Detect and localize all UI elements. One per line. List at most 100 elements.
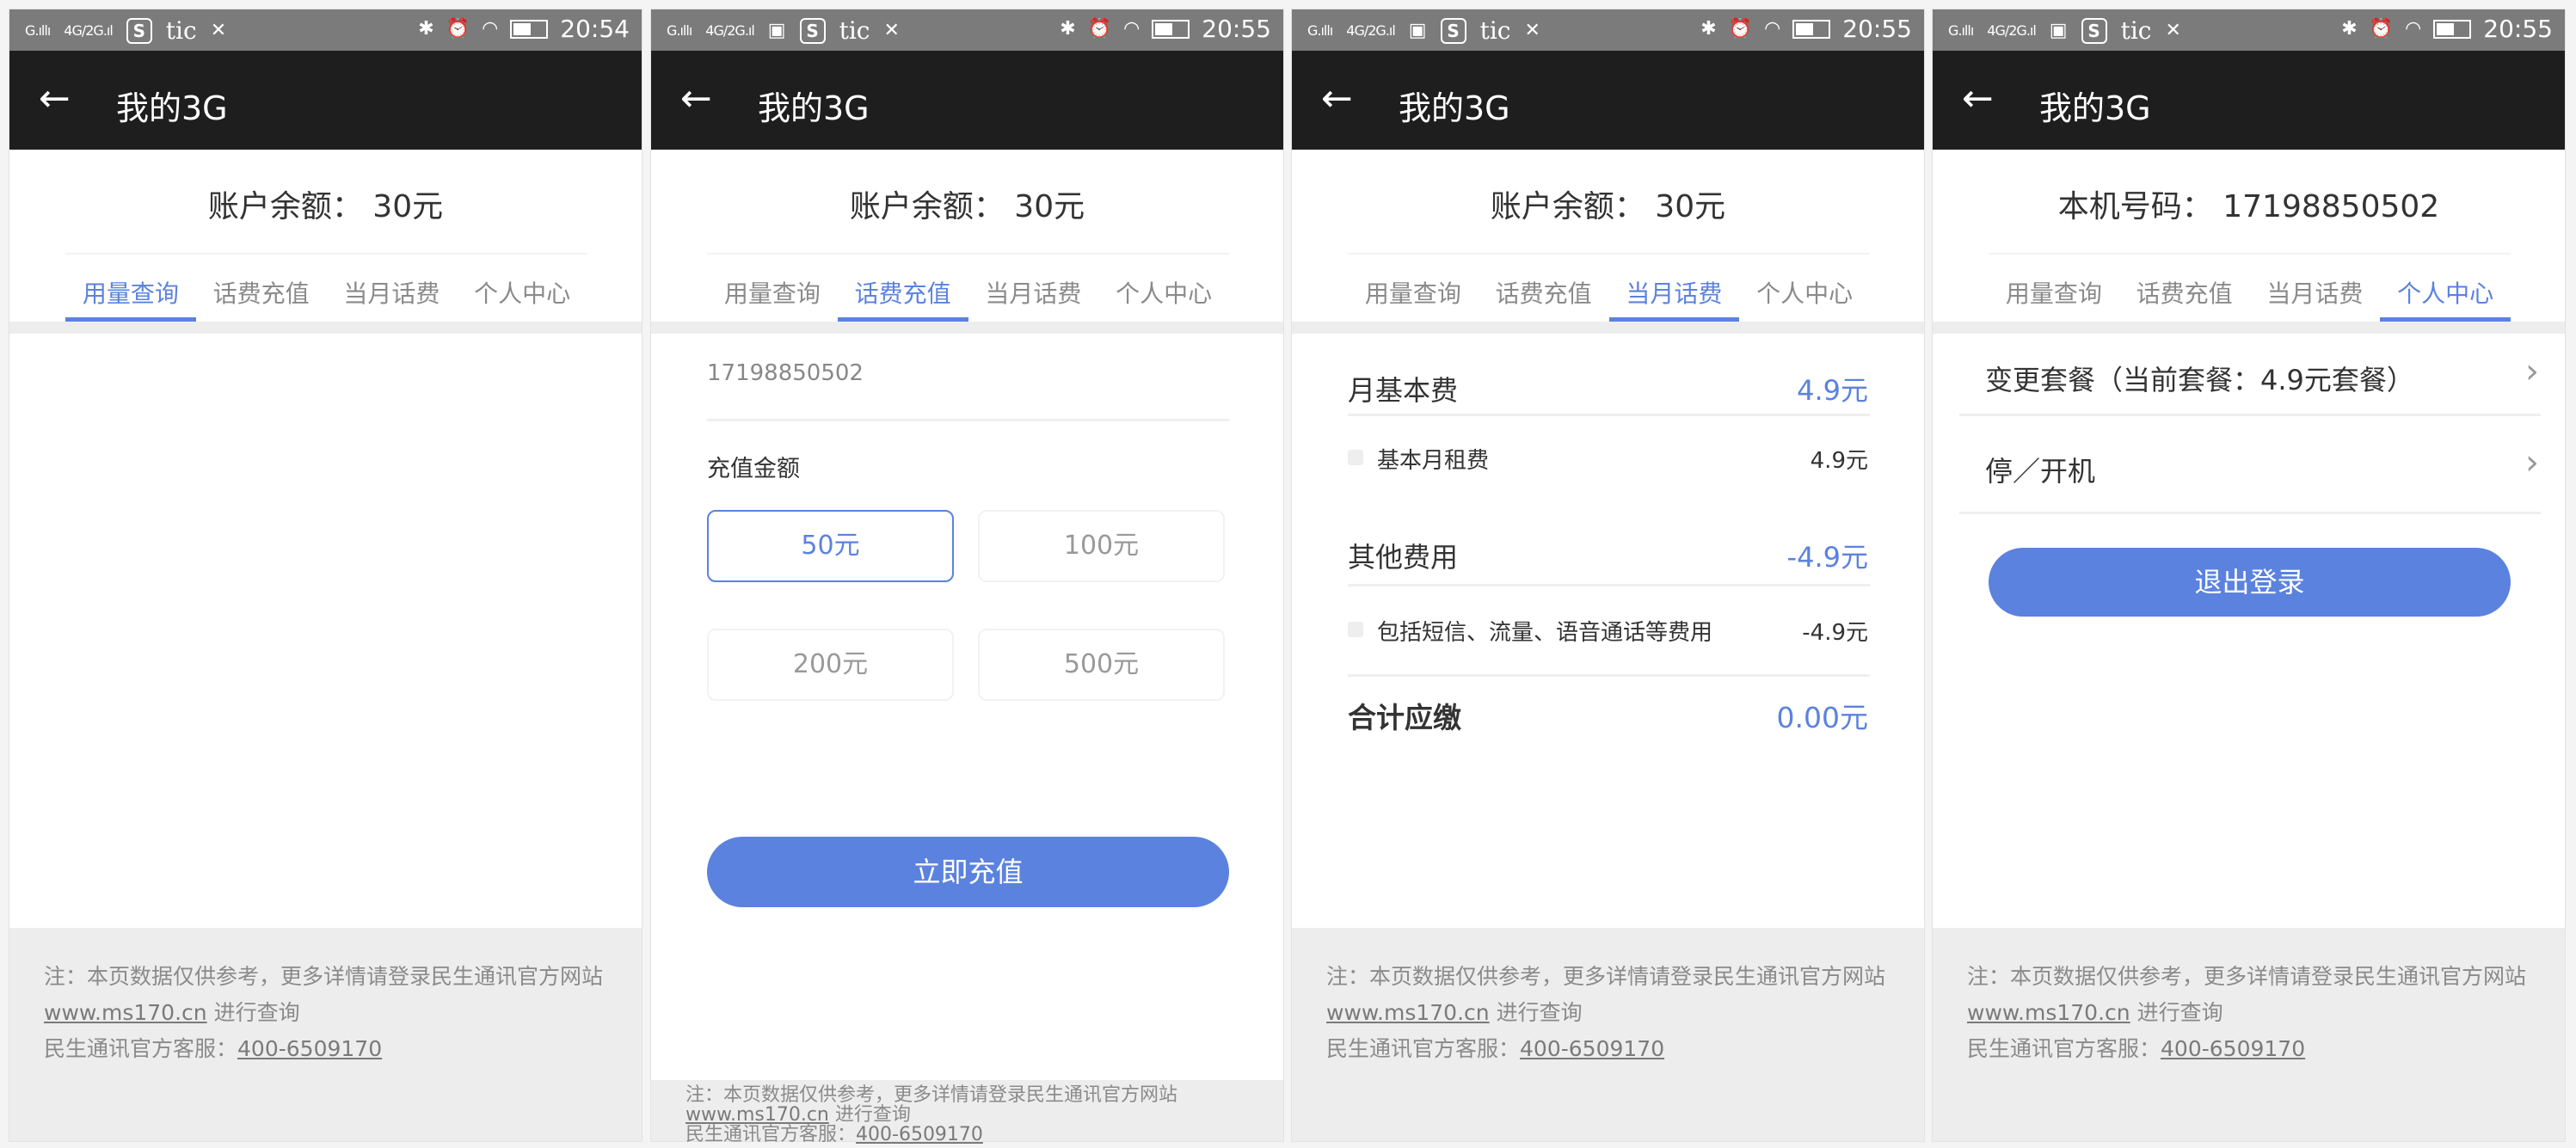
tab-3[interactable]: 当月话费 <box>2250 255 2381 322</box>
service-phone-link[interactable]: 400-6509170 <box>2161 1036 2305 1061</box>
image-icon: ▣ <box>768 20 786 41</box>
back-arrow-icon[interactable]: ← <box>39 77 71 120</box>
footer-line-3: 民生通讯官方客服：400-6509170 <box>685 1125 1249 1145</box>
status-bar: G.ıllı4G/2G.ıl▣Stic✕✱⏰◠20:55 <box>1933 9 2565 51</box>
footer-line-2: www.ms170.cn 进行查询 <box>1326 995 1890 1031</box>
footer-note: 注：本页数据仅供参考，更多详情请登录民生通讯官方网站www.ms170.cn 进… <box>651 1080 1283 1141</box>
battery-icon <box>510 20 548 39</box>
status-left: G.ıllı4G/2G.ıl▣Stic✕ <box>667 16 900 45</box>
service-label: 民生通讯官方客服： <box>1967 1036 2161 1061</box>
missed-call-icon: ✕ <box>883 20 899 41</box>
service-phone-link[interactable]: 400-6509170 <box>1520 1036 1664 1061</box>
phone-number-input[interactable]: 17198850502 <box>707 360 864 386</box>
status-bar: G.ıllı4G/2G.ıl▣Stic✕✱⏰◠20:55 <box>1292 9 1924 51</box>
tab-4[interactable]: 个人中心 <box>1098 255 1229 322</box>
phone-number-display: 本机号码： 17198850502 <box>1933 181 2565 226</box>
recharge-now-button[interactable]: 立即充值 <box>707 837 1229 907</box>
tab-1[interactable]: 用量查询 <box>1348 255 1479 322</box>
total-value: 0.00元 <box>1777 695 1868 736</box>
screenshot-collage: G.ıllı4G/2G.ılStic✕✱⏰◠20:54←我的3G账户余额： 30… <box>0 0 2576 1148</box>
page-title: 我的3G <box>2039 82 2151 129</box>
divider <box>1348 414 1870 416</box>
amount-option-2[interactable]: 100元 <box>978 510 1225 582</box>
footer-note-text: 注：本页数据仅供参考，更多详情请登录民生通讯官方网站 <box>1967 959 2530 995</box>
footer-note-text: 注：本页数据仅供参考，更多详情请登录民生通讯官方网站 <box>44 959 607 995</box>
amount-label: 充值金额 <box>707 450 800 483</box>
power-toggle-item[interactable]: 停／开机 <box>1985 450 2095 489</box>
page-title: 我的3G <box>1399 82 1510 129</box>
section-divider <box>1292 322 1924 334</box>
signal-icon: G.ıllı <box>667 22 692 39</box>
carrier-text: tic <box>166 16 197 45</box>
service-phone-link[interactable]: 400-6509170 <box>856 1124 983 1145</box>
input-underline <box>707 419 1229 421</box>
tab-bar: 用量查询话费充值当月话费个人中心 <box>1348 253 1870 322</box>
website-link[interactable]: www.ms170.cn <box>44 1000 207 1025</box>
tab-3[interactable]: 当月话费 <box>1609 255 1740 322</box>
tab-3[interactable]: 当月话费 <box>327 255 458 322</box>
other-detail-label: 包括短信、流量、语音通话等费用 <box>1377 615 1712 647</box>
amount-option-3[interactable]: 200元 <box>707 629 954 701</box>
back-arrow-icon[interactable]: ← <box>680 77 712 120</box>
missed-call-icon: ✕ <box>2165 20 2180 41</box>
website-link[interactable]: www.ms170.cn <box>1326 1000 1490 1025</box>
alarm-icon: ⏰ <box>2370 18 2393 40</box>
phone-screen-3: G.ıllı4G/2G.ıl▣Stic✕✱⏰◠20:55←我的3G账户余额： 3… <box>1291 9 1925 1142</box>
footer-line-3: 民生通讯官方客服：400-6509170 <box>44 1031 607 1067</box>
base-fee-label: 月基本费 <box>1348 369 1458 408</box>
battery-icon <box>2433 20 2471 39</box>
status-time: 20:54 <box>560 15 630 43</box>
amount-option-1[interactable]: 50元 <box>707 510 954 582</box>
chevron-right-icon: › <box>2525 443 2539 482</box>
tab-bar: 用量查询话费充值当月话费个人中心 <box>65 253 587 322</box>
service-phone-link[interactable]: 400-6509170 <box>237 1036 382 1061</box>
change-plan-item[interactable]: 变更套餐（当前套餐：4.9元套餐） <box>1985 359 2414 398</box>
footer-line-3: 民生通讯官方客服：400-6509170 <box>1967 1031 2530 1067</box>
divider <box>1959 414 2541 416</box>
tab-4[interactable]: 个人中心 <box>2380 255 2511 322</box>
logout-button[interactable]: 退出登录 <box>1989 548 2511 617</box>
tab-1[interactable]: 用量查询 <box>65 255 196 322</box>
query-suffix: 进行查询 <box>829 1104 911 1126</box>
account-balance: 账户余额： 30元 <box>1292 181 1924 226</box>
sogou-icon: S <box>1441 18 1466 44</box>
back-arrow-icon[interactable]: ← <box>1321 77 1353 120</box>
bluetooth-icon: ✱ <box>1060 18 1075 40</box>
tab-2[interactable]: 话费充值 <box>1479 255 1609 322</box>
signal-4g-2g-icon: 4G/2G.ıl <box>1346 22 1395 39</box>
alarm-icon: ⏰ <box>1729 18 1752 40</box>
status-left: G.ıllı4G/2G.ılStic✕ <box>25 16 226 45</box>
back-arrow-icon[interactable]: ← <box>1962 77 1994 120</box>
tab-2[interactable]: 话费充值 <box>838 255 968 322</box>
carrier-text: tic <box>2121 16 2152 45</box>
page-title: 我的3G <box>116 82 228 129</box>
app-header: ← 我的3G <box>1933 51 2565 150</box>
query-suffix: 进行查询 <box>207 1000 300 1025</box>
app-header: ←我的3G <box>651 51 1283 150</box>
tab-2[interactable]: 话费充值 <box>2119 255 2250 322</box>
footer-note-text: 注：本页数据仅供参考，更多详情请登录民生通讯官方网站 <box>1326 959 1890 995</box>
phone-screen-2: G.ıllı4G/2G.ıl▣Stic✕✱⏰◠20:55←我的3G账户余额： 3… <box>650 9 1284 1142</box>
website-link[interactable]: www.ms170.cn <box>1967 1000 2130 1025</box>
divider <box>1959 512 2541 514</box>
tab-1[interactable]: 用量查询 <box>707 255 838 322</box>
status-time: 20:55 <box>1842 15 1912 43</box>
service-label: 民生通讯官方客服： <box>1326 1036 1520 1061</box>
signal-4g-2g-icon: 4G/2G.ıl <box>705 22 754 39</box>
amount-option-4[interactable]: 500元 <box>978 629 1225 701</box>
tab-1[interactable]: 用量查询 <box>1989 255 2119 322</box>
website-link[interactable]: www.ms170.cn <box>685 1104 829 1126</box>
status-bar: G.ıllı4G/2G.ılStic✕✱⏰◠20:54 <box>9 9 642 51</box>
tab-4[interactable]: 个人中心 <box>457 255 587 322</box>
tab-bar: 用量查询话费充值当月话费个人中心 <box>707 253 1229 322</box>
wifi-icon: ◠ <box>1123 18 1140 40</box>
footer-line-2: www.ms170.cn 进行查询 <box>685 1105 1249 1125</box>
signal-4g-2g-icon: 4G/2G.ıl <box>1987 22 2036 39</box>
tab-4[interactable]: 个人中心 <box>1739 255 1870 322</box>
tab-2[interactable]: 话费充值 <box>196 255 327 322</box>
app-header: ← 我的3G <box>1292 51 1924 150</box>
wifi-icon: ◠ <box>1764 18 1780 40</box>
missed-call-icon: ✕ <box>1524 20 1540 41</box>
tab-3[interactable]: 当月话费 <box>968 255 1099 322</box>
status-left: G.ıllı4G/2G.ıl▣Stic✕ <box>1307 16 1540 45</box>
